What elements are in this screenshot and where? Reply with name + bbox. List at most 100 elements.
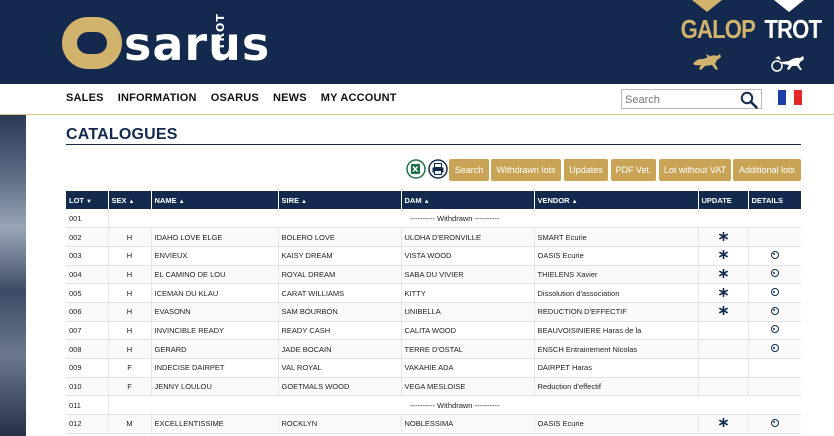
pdf-vet-button[interactable]: PDF Vet. — [611, 159, 656, 181]
lot-cell[interactable]: 011 — [66, 395, 109, 416]
lot-cell[interactable]: 012 — [66, 414, 109, 434]
update-star-icon[interactable] — [718, 418, 728, 428]
col-sire[interactable]: SIRE ▲ — [278, 191, 402, 209]
table-row[interactable]: 008 H GERARD JADE BOCAIN TERRE D'OSTAL ENSCH … — [66, 339, 801, 359]
col-name[interactable]: NAME ▲ — [151, 191, 279, 209]
logo-sub: TROT — [214, 13, 227, 50]
withdrawn-lots-button[interactable]: Withdrawn lots — [491, 159, 561, 181]
osarus-logo[interactable]: sarus — [62, 13, 270, 69]
updates-button[interactable]: Updates — [564, 159, 608, 181]
nav-sales[interactable]: SALES — [66, 92, 104, 104]
print-icon[interactable] — [428, 159, 448, 179]
name-cell[interactable]: INVINCIBLE READY — [151, 321, 279, 341]
update-star-icon[interactable] — [718, 268, 728, 278]
col-vendor[interactable]: VENDOR ▲ — [534, 191, 699, 209]
main-nav: SALES INFORMATION OSARUS NEWS MY ACCOUNT — [66, 92, 397, 104]
lot-cell[interactable]: 002 — [66, 227, 109, 247]
col-dam[interactable]: DAM ▲ — [401, 191, 535, 209]
table-row[interactable]: 003 H ENVIEUX KAISY DREAM VISTA WOOD OASIS Ec… — [66, 246, 801, 266]
details-icon[interactable] — [770, 344, 779, 353]
table-row[interactable]: 006 H EVASONN SAM BOURBON UNIBELLA REDUCTION … — [66, 302, 801, 322]
details-cell — [748, 265, 801, 285]
trot-label: TROT — [764, 14, 822, 44]
table-row[interactable]: 012 M EXCELLENTISSIME ROCKLYN NOBLESSIMA OASI… — [66, 414, 801, 434]
flag-red — [794, 90, 802, 105]
sex-cell: M — [108, 414, 152, 434]
nav-information[interactable]: INFORMATION — [118, 92, 197, 104]
search-box — [621, 89, 762, 109]
lot-cell[interactable]: 003 — [66, 246, 109, 266]
table-row[interactable]: 011 ---------- Withdrawn ---------- — [66, 395, 801, 416]
withdrawn-cell: ---------- Withdrawn ---------- — [108, 209, 801, 229]
vendor-cell: BEAUVOISINIERE Haras de la — [534, 321, 699, 341]
col-sex[interactable]: SEX ▲ — [108, 191, 152, 209]
table-row[interactable]: 004 H EL CAMINO DE LOU ROYAL DREAM SABA DU V… — [66, 265, 801, 285]
details-icon[interactable] — [770, 418, 779, 427]
nav-my-account[interactable]: MY ACCOUNT — [321, 92, 397, 104]
table-row[interactable]: 010 F JENNY LOULOU GOETMALS WOOD VEGA MESLOI… — [66, 377, 801, 397]
name-cell[interactable]: IDAHO LOVE ELGE — [151, 227, 279, 247]
details-icon[interactable] — [770, 306, 779, 315]
lot-cell[interactable]: 004 — [66, 265, 109, 285]
details-cell — [748, 246, 801, 266]
galop-badge[interactable]: GALOP — [676, 0, 756, 80]
update-star-icon[interactable] — [718, 231, 728, 241]
name-cell[interactable]: INDECISE DAIRPET — [151, 358, 279, 378]
details-cell — [748, 302, 801, 322]
vendor-cell: Dissolution d'association — [534, 283, 699, 303]
name-cell[interactable]: EL CAMINO DE LOU — [151, 265, 279, 285]
details-cell — [748, 321, 801, 341]
details-cell — [748, 339, 801, 359]
update-star-icon[interactable] — [718, 287, 728, 297]
title-underline — [66, 144, 801, 145]
flag-white — [786, 90, 794, 105]
table-row[interactable]: 009 F INDECISE DAIRPET VAL ROYAL VAKAHIE ADA… — [66, 358, 801, 378]
lot-cell[interactable]: 001 — [66, 209, 109, 229]
lot-cell[interactable]: 009 — [66, 358, 109, 378]
name-cell[interactable]: EXCELLENTISSIME — [151, 414, 279, 434]
name-cell[interactable]: ICEMAN DU KLAU — [151, 283, 279, 303]
table-row[interactable]: 001 ---------- Withdrawn ---------- — [66, 209, 801, 229]
trot-badge[interactable]: TROT — [760, 0, 822, 80]
table-row[interactable]: 002 H IDAHO LOVE ELGE BOLERO LOVE ULOHA D'ER… — [66, 227, 801, 247]
sort-desc-icon: ▼ — [86, 198, 92, 205]
details-icon[interactable] — [770, 288, 779, 297]
dam-cell: NOBLESSIMA — [401, 414, 535, 434]
name-cell[interactable]: EVASONN — [151, 302, 279, 322]
catalogue-table: LOT ▼ SEX ▲ NAME ▲ SIRE ▲ DAM ▲ VENDOR ▲ UPDAT… — [66, 191, 801, 434]
update-cell — [698, 414, 749, 434]
update-cell — [698, 283, 749, 303]
excel-icon[interactable] — [406, 159, 426, 179]
details-icon[interactable] — [770, 325, 779, 334]
table-row[interactable]: 007 H INVINCIBLE READY READY CASH CALITA WOO… — [66, 321, 801, 341]
search-button[interactable]: Search — [449, 159, 489, 181]
dam-cell: KITTY — [401, 283, 535, 303]
additional-lots-button[interactable]: Additional lots — [733, 159, 801, 181]
french-flag-icon[interactable] — [778, 90, 802, 105]
update-cell — [698, 246, 749, 266]
sire-cell: GOETMALS WOOD — [278, 377, 402, 397]
lot-cell[interactable]: 007 — [66, 321, 109, 341]
name-cell[interactable]: GERARD — [151, 339, 279, 359]
search-input[interactable] — [622, 91, 737, 109]
lot-cell[interactable]: 008 — [66, 339, 109, 359]
lot-cell[interactable]: 005 — [66, 283, 109, 303]
lot-without-vat-button[interactable]: Lot without VAT — [659, 159, 731, 181]
dam-cell: ULOHA D'ERONVILLE — [401, 227, 535, 247]
search-icon[interactable] — [740, 91, 758, 109]
update-star-icon[interactable] — [718, 250, 728, 260]
details-icon[interactable] — [770, 250, 779, 259]
sire-cell: KAISY DREAM — [278, 246, 402, 266]
name-cell[interactable]: JENNY LOULOU — [151, 377, 279, 397]
details-icon[interactable] — [770, 269, 779, 278]
table-row[interactable]: 005 H ICEMAN DU KLAU CARAT WILLIAMS KITTY Dis… — [66, 283, 801, 303]
name-cell[interactable]: ENVIEUX — [151, 246, 279, 266]
vendor-cell: SMART Ecurie — [534, 227, 699, 247]
nav-news[interactable]: NEWS — [273, 92, 307, 104]
col-lot[interactable]: LOT ▼ — [66, 191, 109, 209]
update-star-icon[interactable] — [718, 306, 728, 316]
lot-cell[interactable]: 006 — [66, 302, 109, 322]
trot-arrow-icon — [774, 0, 804, 12]
nav-osarus[interactable]: OSARUS — [211, 92, 259, 104]
lot-cell[interactable]: 010 — [66, 377, 109, 397]
